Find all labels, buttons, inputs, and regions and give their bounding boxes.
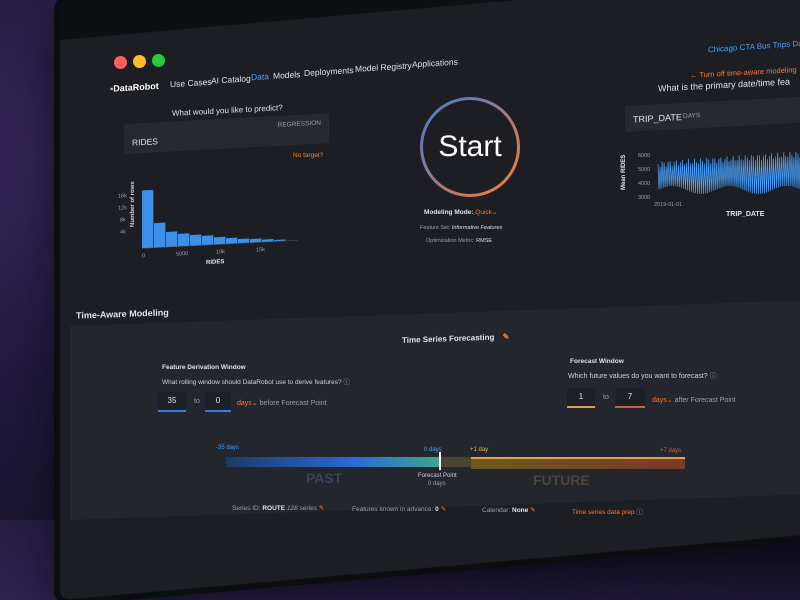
timeline-plus1-label: +1 day bbox=[470, 447, 489, 453]
metric-label: Optimization Metric: bbox=[426, 238, 475, 244]
target-value: RIDES bbox=[132, 136, 158, 148]
target-type: REGRESSION bbox=[277, 119, 321, 129]
timeline-gap bbox=[441, 457, 471, 467]
fdw-unit-dropdown[interactable]: days bbox=[237, 400, 252, 407]
chevron-down-icon[interactable]: ⌄ bbox=[492, 209, 497, 216]
date-feature-value: TRIP_DATE bbox=[633, 112, 682, 125]
date-series-line bbox=[657, 151, 800, 195]
histogram-bar bbox=[202, 235, 214, 246]
chevron-down-icon[interactable]: ⌄ bbox=[252, 400, 258, 407]
histogram-xtick-3: 15k bbox=[256, 247, 265, 253]
calendar-value[interactable]: None bbox=[512, 507, 528, 514]
fw-unit-dropdown[interactable]: days bbox=[652, 397, 667, 404]
histogram-ytick-3: 4k bbox=[120, 229, 126, 235]
histogram-bar bbox=[226, 237, 238, 245]
histogram-bars bbox=[142, 189, 286, 249]
info-icon[interactable]: ⓘ bbox=[636, 509, 643, 516]
time-series-data-prep-link[interactable]: Time series data prep bbox=[572, 509, 635, 516]
known-in-advance-label: Features known in advance: bbox=[352, 506, 434, 513]
start-button[interactable]: Start bbox=[420, 97, 520, 197]
pencil-icon[interactable]: ✎ bbox=[319, 505, 324, 512]
nav-models[interactable]: Models bbox=[273, 69, 300, 81]
histogram-xtick-1: 5000 bbox=[176, 251, 188, 258]
series-id-value[interactable]: ROUTE bbox=[262, 505, 285, 512]
info-icon[interactable]: ⓘ bbox=[710, 373, 717, 380]
date-chart-xtick: 2019-01-01 bbox=[654, 202, 682, 208]
histogram-ylabel: Number of rows bbox=[130, 180, 136, 227]
timeline-past-bar bbox=[226, 457, 441, 467]
fw-suffix: after Forecast Point bbox=[674, 397, 736, 404]
histogram-xtick-0: 0 bbox=[142, 253, 145, 259]
date-chart-ytick-2: 4000 bbox=[638, 181, 650, 187]
histogram-bar bbox=[166, 231, 178, 248]
histogram-bar bbox=[178, 233, 190, 247]
future-label: FUTURE bbox=[533, 472, 590, 488]
fdw-title: Feature Derivation Window bbox=[162, 364, 246, 371]
date-chart-ylabel: Mean RIDES bbox=[621, 155, 627, 190]
calendar-label: Calendar: bbox=[482, 507, 511, 514]
known-in-advance-value[interactable]: 0 bbox=[435, 506, 439, 513]
fdw-suffix: before Forecast Point bbox=[259, 400, 327, 407]
nav-data[interactable]: Data bbox=[251, 71, 269, 82]
fw-start-input[interactable]: 1 bbox=[567, 388, 595, 408]
fdw-end-input[interactable]: 0 bbox=[205, 392, 231, 412]
fdw-question: What rolling window should DataRobot use… bbox=[162, 379, 342, 386]
histogram-ytick-1: 12k bbox=[118, 205, 127, 211]
fw-end-input[interactable]: 7 bbox=[615, 388, 645, 408]
histogram-ytick-2: 8k bbox=[120, 217, 126, 223]
metric-value[interactable]: RMSE bbox=[476, 238, 492, 244]
date-chart-ytick-3: 3000 bbox=[638, 195, 650, 201]
timeline-future-bar bbox=[471, 457, 685, 469]
pencil-icon[interactable]: ✎ bbox=[441, 506, 446, 513]
series-count: 128 series bbox=[286, 505, 317, 512]
histogram-xtick-2: 10k bbox=[216, 249, 225, 255]
histogram-bar bbox=[142, 189, 154, 249]
info-icon[interactable]: ⓘ bbox=[343, 379, 350, 386]
fw-to-label: to bbox=[603, 394, 609, 401]
histogram-xlabel: RIDES bbox=[206, 259, 224, 266]
no-target-link[interactable]: No target? bbox=[293, 152, 323, 159]
feature-set-value[interactable]: Informative Features bbox=[452, 225, 502, 231]
date-chart-ytick-0: 6000 bbox=[638, 153, 650, 159]
histogram-bar bbox=[190, 234, 202, 246]
date-feature-unit: DAYS bbox=[683, 112, 701, 120]
modeling-mode-dropdown[interactable]: Quick bbox=[475, 209, 492, 216]
forecast-point-label: Forecast Point bbox=[418, 473, 457, 479]
histogram-bar bbox=[214, 236, 226, 245]
target-histogram: Number of rows 16k 12k 8k 4k 0 5000 10k … bbox=[118, 180, 298, 266]
date-feature-chart: Mean RIDES 6000 5000 4000 3000 2019-01-0… bbox=[621, 151, 800, 218]
forecast-point-days: 0 days bbox=[428, 481, 446, 487]
past-label: PAST bbox=[306, 470, 343, 486]
series-id-label: Series ID: bbox=[232, 505, 261, 512]
date-series-path bbox=[657, 151, 800, 195]
forecast-point-handle[interactable] bbox=[439, 452, 441, 470]
pencil-icon[interactable]: ✎ bbox=[530, 507, 535, 514]
modeling-mode-label: Modeling Mode: bbox=[424, 209, 474, 216]
fw-title: Forecast Window bbox=[570, 358, 624, 365]
histogram-bar bbox=[154, 222, 166, 248]
feature-set-label: Feature Set: bbox=[420, 225, 451, 231]
timeline-left-label: -35 days bbox=[216, 445, 240, 451]
fw-question: Which future values do you want to forec… bbox=[568, 373, 708, 380]
chevron-down-icon[interactable]: ⌄ bbox=[667, 397, 673, 404]
date-chart-xlabel: TRIP_DATE bbox=[726, 211, 765, 218]
date-chart-ytick-1: 5000 bbox=[638, 167, 650, 173]
timeline-plus7-label: +7 days bbox=[660, 448, 682, 454]
start-label: Start bbox=[438, 130, 502, 163]
histogram-ytick-0: 16k bbox=[118, 193, 127, 199]
fdw-to-label: to bbox=[194, 398, 200, 405]
pencil-icon[interactable]: ✎ bbox=[503, 332, 510, 341]
fdw-start-input[interactable]: 35 bbox=[158, 392, 186, 412]
